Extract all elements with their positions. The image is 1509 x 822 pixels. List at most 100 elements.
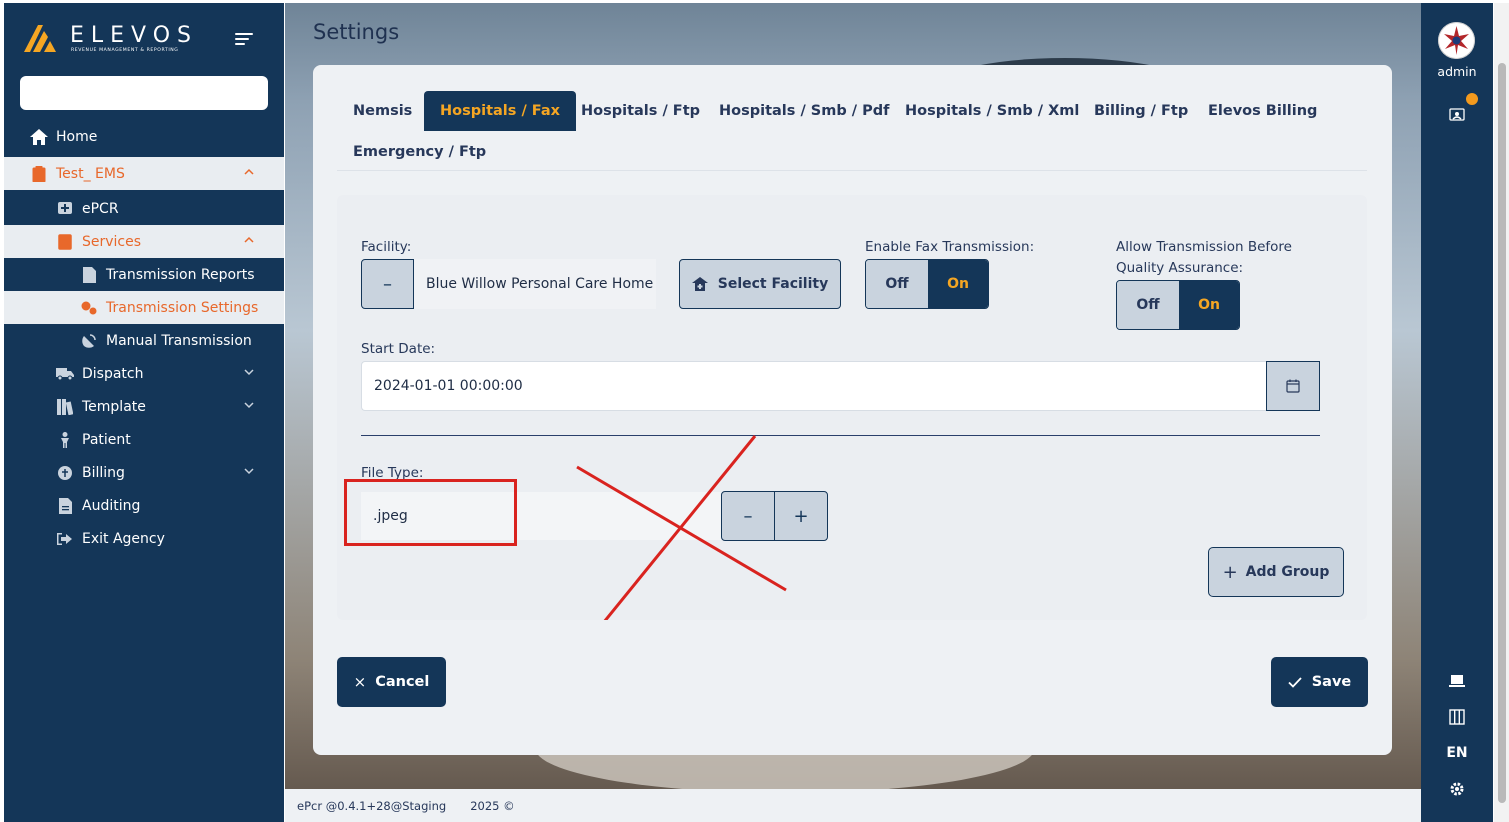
chevron-down-icon bbox=[244, 402, 254, 409]
allow-before-qa-toggle[interactable]: Off On bbox=[1116, 280, 1240, 330]
tab-hospitals-fax[interactable]: Hospitals / Fax bbox=[424, 91, 576, 131]
remove-file-type-button[interactable]: – bbox=[721, 491, 775, 541]
services-icon bbox=[56, 233, 74, 251]
sidebar-item-label: Manual Transmission bbox=[106, 332, 252, 349]
exit-icon bbox=[56, 530, 74, 548]
allow-before-qa-label-line1: Allow Transmission Before bbox=[1116, 239, 1292, 255]
billing-icon bbox=[56, 464, 74, 482]
sidebar-item-label: Billing bbox=[82, 464, 125, 481]
truck-icon bbox=[56, 365, 74, 383]
sidebar-item-label: Home bbox=[56, 128, 98, 145]
sidebar-item-home[interactable]: Home bbox=[4, 120, 284, 153]
sidebar-item-patient[interactable]: Patient bbox=[4, 423, 284, 456]
notification-badge bbox=[1464, 91, 1480, 107]
clipboard-icon bbox=[30, 165, 48, 183]
save-button[interactable]: Save bbox=[1271, 657, 1368, 707]
laptop-icon[interactable] bbox=[1447, 671, 1467, 691]
sidebar-item-label: Patient bbox=[82, 431, 131, 448]
user-name: admin bbox=[1437, 64, 1477, 79]
notifications-icon[interactable] bbox=[1447, 105, 1467, 125]
tab-hospitals-smb-pdf[interactable]: Hospitals / Smb / Pdf bbox=[703, 91, 905, 131]
add-file-type-button[interactable]: + bbox=[774, 491, 828, 541]
facility-name-field[interactable]: Blue Willow Personal Care Home bbox=[414, 259, 656, 309]
copyright: 2025 © bbox=[470, 798, 515, 813]
select-facility-label: Select Facility bbox=[717, 276, 829, 292]
sidebar-item-transmission-settings[interactable]: Transmission Settings bbox=[4, 291, 284, 324]
add-group-label: Add Group bbox=[1245, 564, 1330, 580]
sidebar-item-template[interactable]: Template bbox=[4, 390, 284, 423]
sidebar-item-manual-transmission[interactable]: Manual Transmission bbox=[4, 324, 284, 357]
sidebar-item-label: Exit Agency bbox=[82, 530, 165, 547]
sidebar-item-dispatch[interactable]: Dispatch bbox=[4, 357, 284, 390]
logo-mark-icon bbox=[24, 25, 56, 52]
sidebar-item-label: ePCR bbox=[82, 200, 119, 217]
sidebar-item-services[interactable]: Services bbox=[4, 225, 284, 258]
enable-fax-label: Enable Fax Transmission: bbox=[865, 239, 1035, 255]
sidebar-item-transmission-reports[interactable]: Transmission Reports bbox=[4, 258, 284, 291]
settings-gears-icon bbox=[80, 299, 98, 317]
tab-hospitals-ftp[interactable]: Hospitals / Ftp bbox=[565, 91, 716, 131]
tab-billing-ftp[interactable]: Billing / Ftp bbox=[1078, 91, 1204, 131]
start-date-label: Start Date: bbox=[361, 341, 436, 357]
file-type-input[interactable]: .jpeg bbox=[361, 492, 721, 540]
page-scrollbar[interactable] bbox=[1494, 3, 1509, 822]
cancel-label: Cancel bbox=[375, 674, 430, 690]
brand-logo: ELEVOS REVENUE MANAGEMENT & REPORTING bbox=[24, 23, 194, 57]
brand-tagline: REVENUE MANAGEMENT & REPORTING bbox=[71, 48, 179, 53]
scrollbar-thumb[interactable] bbox=[1498, 63, 1506, 803]
allow-before-qa-label-line2: Quality Assurance: bbox=[1116, 260, 1244, 276]
sidebar-item-billing[interactable]: Billing bbox=[4, 456, 284, 489]
main-content: Settings Nemsis Hospitals / Fax Hospital… bbox=[285, 3, 1421, 822]
toggle-on-option[interactable]: On bbox=[1179, 281, 1239, 329]
gear-icon[interactable] bbox=[1447, 779, 1467, 799]
settings-tabs: Nemsis Hospitals / Fax Hospitals / Ftp H… bbox=[337, 91, 1367, 171]
cancel-button[interactable]: × Cancel bbox=[337, 657, 446, 707]
sidebar-item-exit-agency[interactable]: Exit Agency bbox=[4, 522, 284, 555]
tab-nemsis[interactable]: Nemsis bbox=[337, 91, 428, 131]
sidebar-item-label: Dispatch bbox=[82, 365, 144, 382]
enable-fax-toggle[interactable]: Off On bbox=[865, 259, 989, 309]
person-icon bbox=[56, 431, 74, 449]
chevron-up-icon bbox=[244, 168, 254, 175]
columns-icon[interactable] bbox=[1447, 707, 1467, 727]
file-type-label: File Type: bbox=[361, 465, 424, 481]
toggle-off-option[interactable]: Off bbox=[1117, 281, 1179, 329]
select-facility-button[interactable]: Select Facility bbox=[679, 259, 841, 309]
right-rail: admin EN bbox=[1421, 3, 1493, 822]
home-icon bbox=[30, 128, 48, 146]
sidebar: ELEVOS REVENUE MANAGEMENT & REPORTING Ho… bbox=[4, 3, 284, 822]
menu-toggle-icon[interactable] bbox=[235, 33, 253, 47]
avatar[interactable] bbox=[1438, 22, 1475, 59]
tab-elevos-billing[interactable]: Elevos Billing bbox=[1192, 91, 1333, 131]
app-version: ePcr @0.4.1+28@Staging bbox=[297, 798, 447, 813]
hospital-icon bbox=[691, 277, 708, 291]
chevron-down-icon bbox=[244, 369, 254, 376]
allow-before-qa-label: Allow Transmission Before Quality Assura… bbox=[1116, 237, 1292, 279]
fax-settings-form: Facility: – Blue Willow Personal Care Ho… bbox=[337, 195, 1367, 620]
sidebar-item-label: Transmission Settings bbox=[106, 299, 259, 316]
footer: ePcr @0.4.1+28@Staging 2025 © bbox=[285, 789, 1421, 822]
sidebar-search-input[interactable] bbox=[20, 76, 268, 110]
tab-hospitals-smb-xml[interactable]: Hospitals / Smb / Xml bbox=[889, 91, 1095, 131]
facility-label: Facility: bbox=[361, 239, 412, 255]
sidebar-item-auditing[interactable]: Auditing bbox=[4, 489, 284, 522]
section-divider bbox=[361, 435, 1320, 436]
add-group-button[interactable]: + Add Group bbox=[1208, 547, 1344, 597]
toggle-off-option[interactable]: Off bbox=[866, 260, 928, 308]
toggle-on-option[interactable]: On bbox=[928, 260, 988, 308]
sidebar-item-label: Transmission Reports bbox=[106, 266, 255, 283]
close-icon: × bbox=[353, 673, 367, 691]
calendar-icon bbox=[1286, 379, 1300, 393]
sidebar-item-label: Services bbox=[82, 233, 142, 250]
medical-plus-icon bbox=[56, 200, 74, 218]
chevron-up-icon bbox=[244, 236, 254, 243]
sidebar-item-epcr[interactable]: ePCR bbox=[4, 192, 284, 225]
sidebar-item-label: Template bbox=[82, 398, 146, 415]
calendar-button[interactable] bbox=[1266, 361, 1320, 411]
satellite-icon bbox=[80, 332, 98, 350]
remove-facility-button[interactable]: – bbox=[361, 259, 414, 309]
tab-emergency-ftp[interactable]: Emergency / Ftp bbox=[337, 132, 502, 172]
sidebar-item-test-ems[interactable]: Test_ EMS bbox=[4, 157, 284, 190]
start-date-input[interactable]: 2024-01-01 00:00:00 bbox=[361, 361, 1267, 411]
language-switch[interactable]: EN bbox=[1421, 745, 1493, 761]
